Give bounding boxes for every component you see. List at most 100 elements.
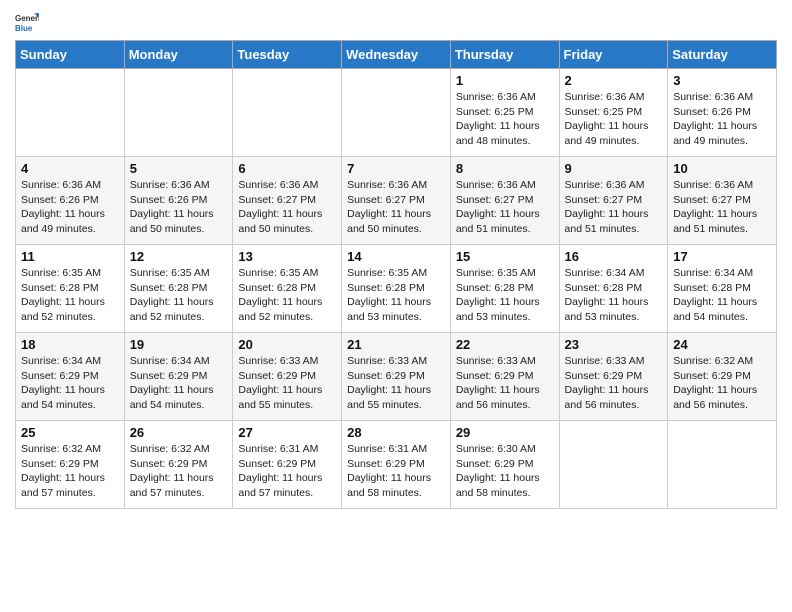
- day-number: 6: [238, 161, 336, 176]
- day-number: 25: [21, 425, 119, 440]
- day-cell: [233, 69, 342, 157]
- header-saturday: Saturday: [668, 41, 777, 69]
- day-info: Sunrise: 6:36 AMSunset: 6:27 PMDaylight:…: [347, 178, 445, 237]
- header-thursday: Thursday: [450, 41, 559, 69]
- day-info: Sunrise: 6:32 AMSunset: 6:29 PMDaylight:…: [21, 442, 119, 501]
- day-cell: 18Sunrise: 6:34 AMSunset: 6:29 PMDayligh…: [16, 333, 125, 421]
- header-monday: Monday: [124, 41, 233, 69]
- day-number: 13: [238, 249, 336, 264]
- day-cell: 2 Sunrise: 6:36 AMSunset: 6:25 PMDaylight…: [559, 69, 668, 157]
- day-number: 10: [673, 161, 771, 176]
- day-info: Sunrise: 6:32 AMSunset: 6:29 PMDaylight:…: [130, 442, 228, 501]
- day-info: Sunrise: 6:34 AMSunset: 6:29 PMDaylight:…: [21, 354, 119, 413]
- days-header-row: SundayMondayTuesdayWednesdayThursdayFrid…: [16, 41, 777, 69]
- day-cell: 29 Sunrise: 6:30 AMSunset: 6:29 PMDayligh…: [450, 421, 559, 509]
- day-cell: 13 Sunrise: 6:35 AMSunset: 6:28 PMDayligh…: [233, 245, 342, 333]
- day-cell: 6 Sunrise: 6:36 AMSunset: 6:27 PMDaylight…: [233, 157, 342, 245]
- day-number: 2: [565, 73, 663, 88]
- day-number: 28: [347, 425, 445, 440]
- day-info: Sunrise: 6:36 AMSunset: 6:27 PMDaylight:…: [238, 178, 336, 237]
- day-number: 17: [673, 249, 771, 264]
- day-info: Sunrise: 6:35 AMSunset: 6:28 PMDaylight:…: [21, 266, 119, 325]
- day-number: 8: [456, 161, 554, 176]
- day-info: Sunrise: 6:36 AMSunset: 6:25 PMDaylight:…: [565, 90, 663, 149]
- logo-icon: General Blue: [15, 10, 39, 34]
- day-number: 20: [238, 337, 336, 352]
- day-info: Sunrise: 6:36 AMSunset: 6:27 PMDaylight:…: [565, 178, 663, 237]
- day-cell: [559, 421, 668, 509]
- day-cell: 22 Sunrise: 6:33 AMSunset: 6:29 PMDayligh…: [450, 333, 559, 421]
- day-number: 24: [673, 337, 771, 352]
- day-info: Sunrise: 6:36 AMSunset: 6:26 PMDaylight:…: [673, 90, 771, 149]
- day-cell: [342, 69, 451, 157]
- svg-text:General: General: [15, 14, 39, 23]
- day-info: Sunrise: 6:36 AMSunset: 6:25 PMDaylight:…: [456, 90, 554, 149]
- week-row-3: 11 Sunrise: 6:35 AMSunset: 6:28 PMDayligh…: [16, 245, 777, 333]
- day-number: 11: [21, 249, 119, 264]
- week-row-1: 1 Sunrise: 6:36 AMSunset: 6:25 PMDaylight…: [16, 69, 777, 157]
- day-number: 22: [456, 337, 554, 352]
- day-number: 1: [456, 73, 554, 88]
- page-header: General Blue: [15, 10, 777, 34]
- day-number: 26: [130, 425, 228, 440]
- day-info: Sunrise: 6:36 AMSunset: 6:26 PMDaylight:…: [21, 178, 119, 237]
- day-info: Sunrise: 6:33 AMSunset: 6:29 PMDaylight:…: [565, 354, 663, 413]
- day-cell: 5Sunrise: 6:36 AMSunset: 6:26 PMDaylight…: [124, 157, 233, 245]
- day-cell: [124, 69, 233, 157]
- logo: General Blue: [15, 10, 43, 34]
- day-cell: 25 Sunrise: 6:32 AMSunset: 6:29 PMDayligh…: [16, 421, 125, 509]
- day-number: 9: [565, 161, 663, 176]
- day-cell: 12 Sunrise: 6:35 AMSunset: 6:28 PMDayligh…: [124, 245, 233, 333]
- day-cell: 24Sunrise: 6:32 AMSunset: 6:29 PMDayligh…: [668, 333, 777, 421]
- day-number: 12: [130, 249, 228, 264]
- day-cell: 16Sunrise: 6:34 AMSunset: 6:28 PMDayligh…: [559, 245, 668, 333]
- calendar-table: SundayMondayTuesdayWednesdayThursdayFrid…: [15, 40, 777, 509]
- day-number: 7: [347, 161, 445, 176]
- day-cell: 23 Sunrise: 6:33 AMSunset: 6:29 PMDayligh…: [559, 333, 668, 421]
- week-row-5: 25 Sunrise: 6:32 AMSunset: 6:29 PMDayligh…: [16, 421, 777, 509]
- day-info: Sunrise: 6:35 AMSunset: 6:28 PMDaylight:…: [238, 266, 336, 325]
- day-cell: 14 Sunrise: 6:35 AMSunset: 6:28 PMDayligh…: [342, 245, 451, 333]
- day-info: Sunrise: 6:36 AMSunset: 6:27 PMDaylight:…: [456, 178, 554, 237]
- day-info: Sunrise: 6:33 AMSunset: 6:29 PMDaylight:…: [238, 354, 336, 413]
- day-cell: 11 Sunrise: 6:35 AMSunset: 6:28 PMDayligh…: [16, 245, 125, 333]
- day-cell: [668, 421, 777, 509]
- day-cell: 7 Sunrise: 6:36 AMSunset: 6:27 PMDaylight…: [342, 157, 451, 245]
- week-row-2: 4 Sunrise: 6:36 AMSunset: 6:26 PMDaylight…: [16, 157, 777, 245]
- day-number: 4: [21, 161, 119, 176]
- day-info: Sunrise: 6:35 AMSunset: 6:28 PMDaylight:…: [347, 266, 445, 325]
- day-cell: 21Sunrise: 6:33 AMSunset: 6:29 PMDayligh…: [342, 333, 451, 421]
- header-friday: Friday: [559, 41, 668, 69]
- day-cell: 19Sunrise: 6:34 AMSunset: 6:29 PMDayligh…: [124, 333, 233, 421]
- day-info: Sunrise: 6:35 AMSunset: 6:28 PMDaylight:…: [456, 266, 554, 325]
- day-number: 23: [565, 337, 663, 352]
- day-info: Sunrise: 6:34 AMSunset: 6:28 PMDaylight:…: [673, 266, 771, 325]
- day-info: Sunrise: 6:36 AMSunset: 6:27 PMDaylight:…: [673, 178, 771, 237]
- day-cell: 4 Sunrise: 6:36 AMSunset: 6:26 PMDaylight…: [16, 157, 125, 245]
- day-number: 15: [456, 249, 554, 264]
- day-cell: 10 Sunrise: 6:36 AMSunset: 6:27 PMDayligh…: [668, 157, 777, 245]
- day-number: 29: [456, 425, 554, 440]
- day-cell: [16, 69, 125, 157]
- day-cell: 28 Sunrise: 6:31 AMSunset: 6:29 PMDayligh…: [342, 421, 451, 509]
- day-number: 14: [347, 249, 445, 264]
- day-cell: 20 Sunrise: 6:33 AMSunset: 6:29 PMDayligh…: [233, 333, 342, 421]
- svg-text:Blue: Blue: [15, 24, 33, 33]
- day-number: 19: [130, 337, 228, 352]
- day-info: Sunrise: 6:30 AMSunset: 6:29 PMDaylight:…: [456, 442, 554, 501]
- header-sunday: Sunday: [16, 41, 125, 69]
- day-cell: 3Sunrise: 6:36 AMSunset: 6:26 PMDaylight…: [668, 69, 777, 157]
- day-cell: 15 Sunrise: 6:35 AMSunset: 6:28 PMDayligh…: [450, 245, 559, 333]
- day-info: Sunrise: 6:31 AMSunset: 6:29 PMDaylight:…: [238, 442, 336, 501]
- header-wednesday: Wednesday: [342, 41, 451, 69]
- day-info: Sunrise: 6:35 AMSunset: 6:28 PMDaylight:…: [130, 266, 228, 325]
- day-info: Sunrise: 6:31 AMSunset: 6:29 PMDaylight:…: [347, 442, 445, 501]
- day-cell: 1 Sunrise: 6:36 AMSunset: 6:25 PMDaylight…: [450, 69, 559, 157]
- day-number: 27: [238, 425, 336, 440]
- day-cell: 17 Sunrise: 6:34 AMSunset: 6:28 PMDayligh…: [668, 245, 777, 333]
- day-info: Sunrise: 6:33 AMSunset: 6:29 PMDaylight:…: [456, 354, 554, 413]
- day-cell: 9 Sunrise: 6:36 AMSunset: 6:27 PMDaylight…: [559, 157, 668, 245]
- day-number: 5: [130, 161, 228, 176]
- day-cell: 27 Sunrise: 6:31 AMSunset: 6:29 PMDayligh…: [233, 421, 342, 509]
- header-tuesday: Tuesday: [233, 41, 342, 69]
